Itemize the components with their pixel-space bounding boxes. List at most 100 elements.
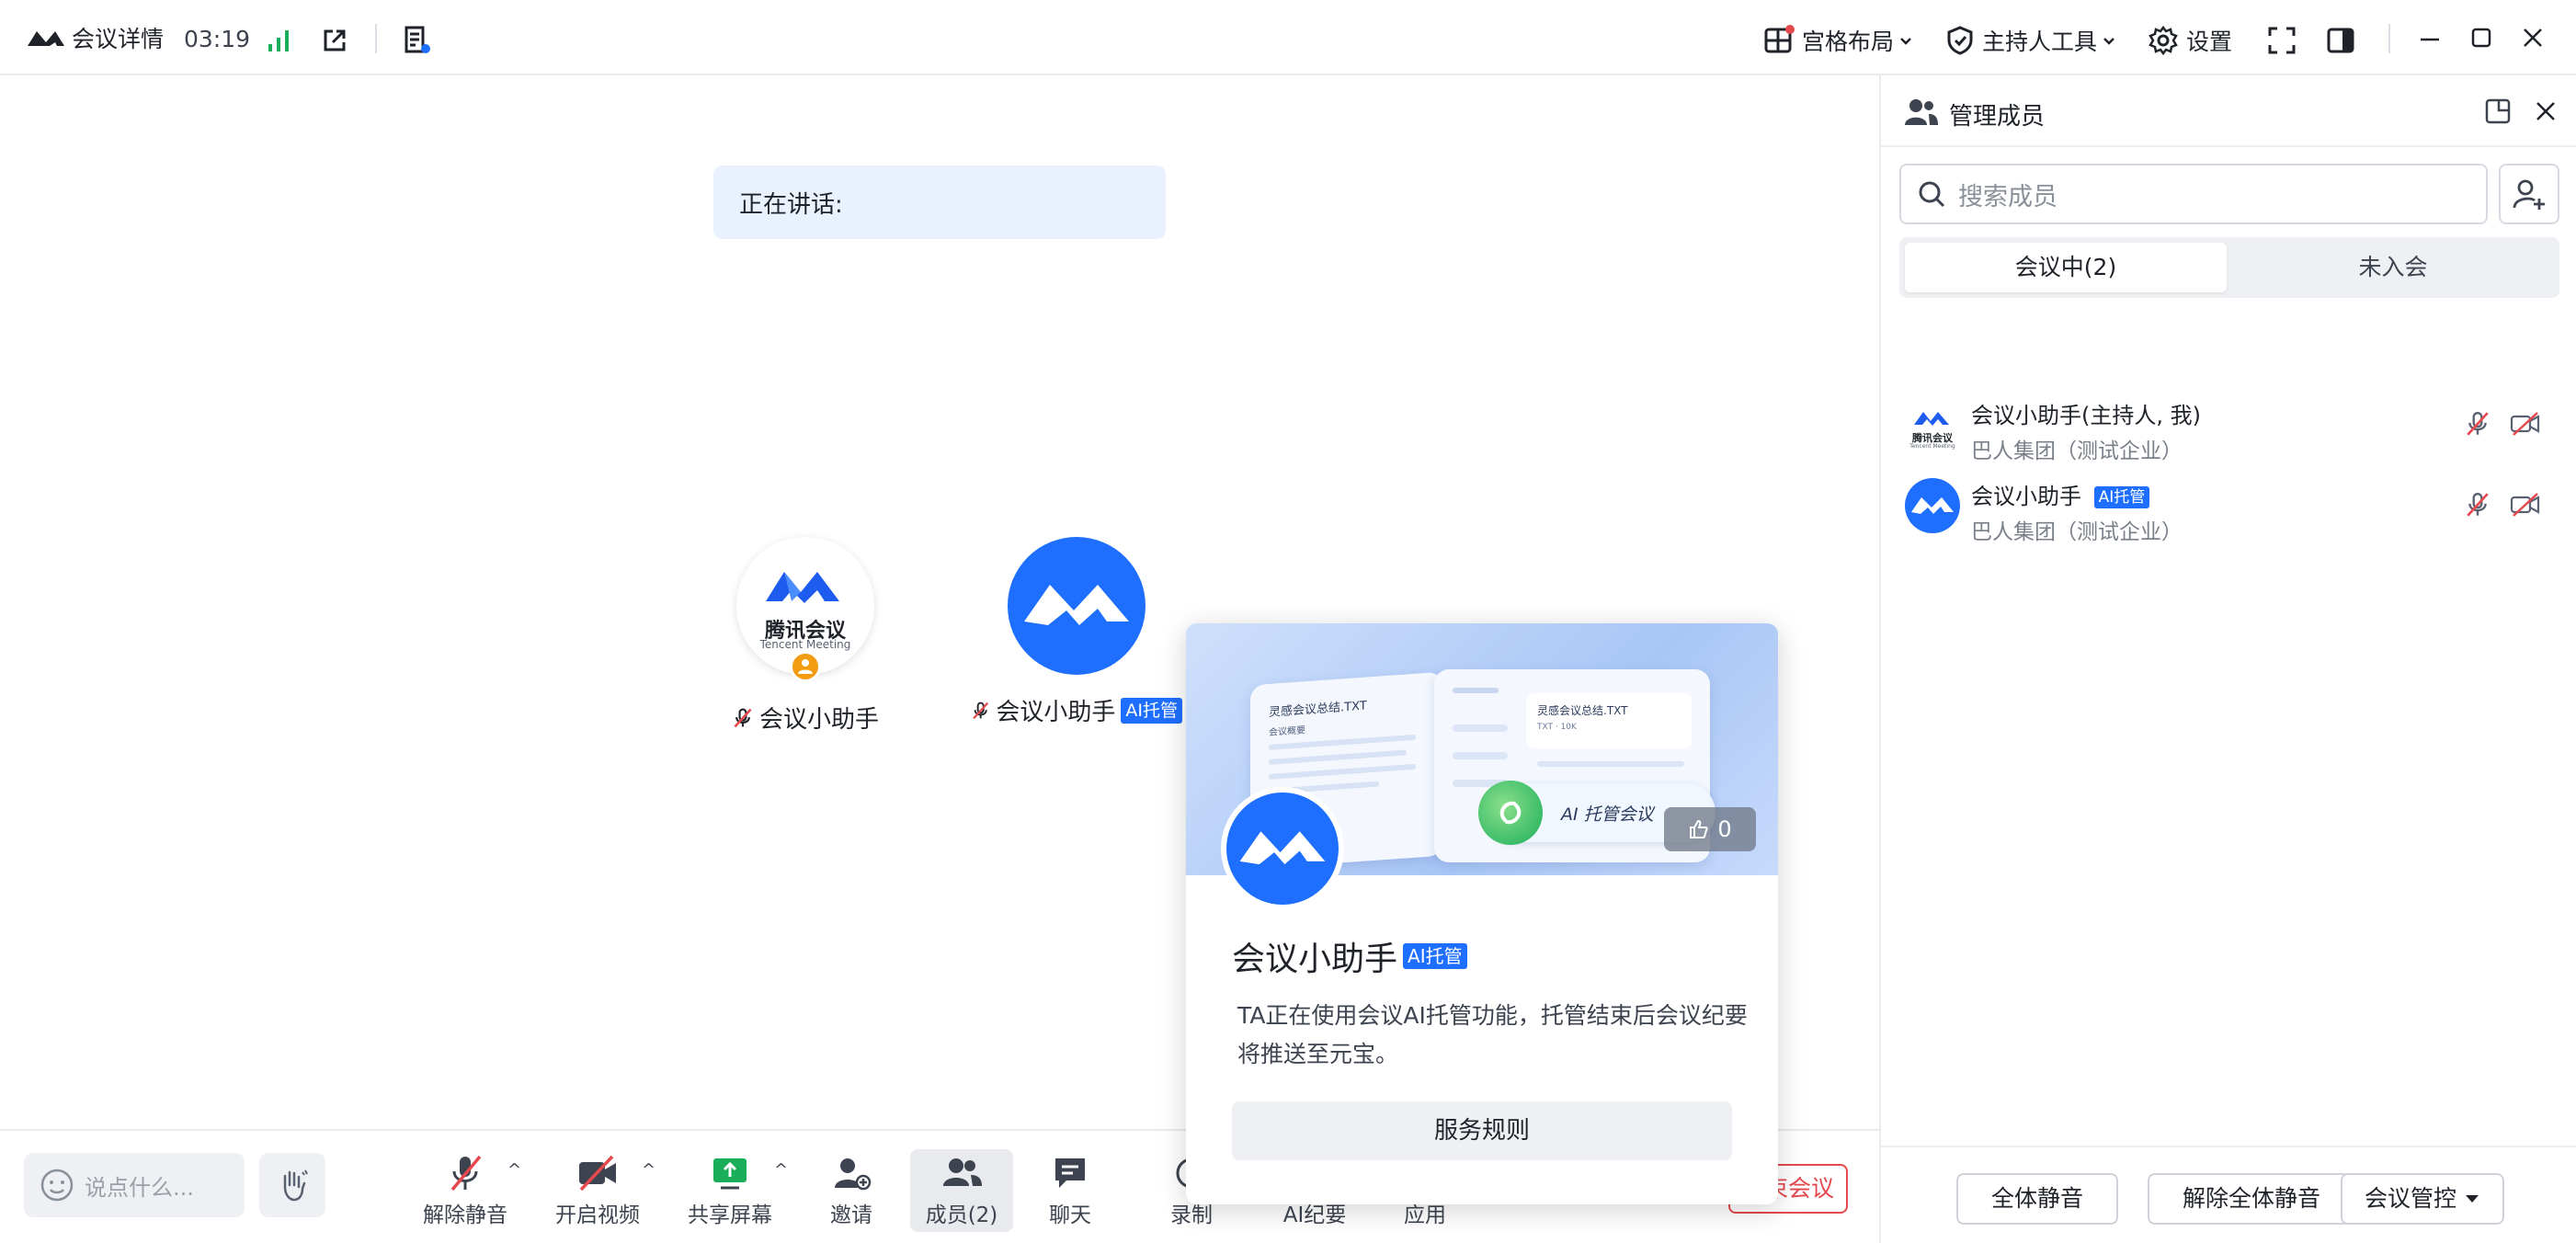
panel-header: 管理成员 — [1881, 75, 2576, 147]
ai-hosted-badge: AI托管 — [1403, 943, 1467, 969]
raise-hand-button[interactable] — [259, 1153, 325, 1217]
sidebar-toggle-icon[interactable] — [2326, 26, 2355, 55]
settings-button[interactable]: 设置 — [2148, 22, 2232, 59]
unmute-button[interactable]: 解除静音 — [414, 1149, 517, 1232]
participant-name-row: 会议小助手 AI托管 — [971, 693, 1182, 727]
audio-options-caret[interactable]: ^ — [507, 1160, 521, 1180]
member-tabs: 会议中(2) 未入会 — [1899, 237, 2559, 298]
start-video-label: 开启视频 — [555, 1203, 640, 1227]
logo-subtext: Tencent Meeting — [759, 638, 851, 651]
member-row[interactable]: 会议小助手 AI托管 巴人集团（测试企业） — [1899, 469, 2559, 545]
title-bar: 会议详情 03:19 宫格布局 主持人工具 设置 — [0, 0, 2576, 75]
meeting-timer: 03:19 — [184, 26, 251, 52]
doc-subtitle: 会议概要 — [1269, 725, 1305, 738]
share-options-caret[interactable]: ^ — [774, 1160, 788, 1180]
share-screen-icon — [713, 1158, 747, 1190]
pill-label: AI 托管会议 — [1561, 804, 1654, 825]
like-button[interactable]: 0 — [1664, 807, 1756, 851]
grid-layout-button[interactable]: 宫格布局 — [1763, 22, 1914, 59]
chevron-down-icon — [1900, 38, 1911, 45]
avatar: 腾讯会议 Tencent Meeting — [736, 537, 874, 682]
participant-name: 会议小助手 — [758, 706, 879, 734]
speaking-label: 正在讲话: — [739, 191, 843, 219]
camera-off-icon[interactable] — [2510, 410, 2541, 438]
grid-layout-icon — [1764, 25, 1795, 53]
maximize-icon[interactable] — [2469, 26, 2493, 50]
close-icon[interactable] — [2521, 26, 2545, 50]
speaking-indicator: 正在讲话: — [713, 165, 1166, 239]
panel-footer: 全体静音 解除全体静音 会议管控 — [1881, 1146, 2576, 1243]
panel-title: 管理成员 — [1949, 103, 2046, 131]
meeting-control-button[interactable]: 会议管控 — [2341, 1173, 2504, 1225]
fullscreen-icon[interactable] — [2267, 26, 2297, 55]
logo-subtext: Tencent Meeting — [1909, 443, 1955, 450]
participant-tile[interactable]: 腾讯会议 Tencent Meeting 会议小助手 — [732, 537, 879, 735]
mic-muted-icon[interactable] — [2464, 491, 2491, 519]
tab-not-joined[interactable]: 未入会 — [2232, 243, 2554, 292]
chat-quick-input[interactable]: 说点什么... — [24, 1153, 245, 1217]
members-label: 成员(2) — [925, 1203, 998, 1227]
host-badge-icon — [790, 651, 821, 682]
member-info: 会议小助手 AI托管 巴人集团（测试企业） — [1971, 478, 2183, 545]
members-panel: 管理成员 搜索成员 会议中(2) 未入会 腾讯会议 Tencent Meetin… — [1879, 75, 2576, 1243]
meeting-details-label: 会议详情 — [72, 26, 165, 52]
mic-muted-icon — [450, 1155, 482, 1192]
participant-tile[interactable]: 会议小助手 AI托管 — [971, 537, 1182, 727]
ai-assistant-logo-icon — [1911, 497, 1954, 514]
member-org: 巴人集团（测试企业） — [1971, 439, 2183, 463]
popout-icon[interactable] — [2484, 97, 2512, 125]
yuanbao-logo-icon — [1478, 781, 1543, 845]
record-label: 录制 — [1170, 1203, 1213, 1227]
card-title-row: 会议小助手 AI托管 — [1232, 932, 1467, 980]
mic-muted-icon[interactable] — [2464, 410, 2491, 438]
avatar — [1221, 787, 1344, 910]
ai-minutes-label: AI纪要 — [1282, 1203, 1347, 1227]
like-count: 0 — [1717, 816, 1732, 842]
member-name: 会议小助手 — [1971, 403, 2081, 428]
ai-assistant-logo-icon — [1024, 585, 1129, 625]
invite-button[interactable]: 邀请 — [800, 1149, 903, 1232]
participant-name-row: 会议小助手 — [732, 701, 879, 735]
invite-label: 邀请 — [830, 1203, 872, 1227]
service-rules-button[interactable]: 服务规则 — [1232, 1101, 1732, 1160]
unmute-all-button[interactable]: 解除全体静音 — [2148, 1173, 2355, 1225]
meeting-info-button[interactable]: 会议详情 — [26, 18, 164, 57]
close-panel-icon[interactable] — [2534, 99, 2558, 123]
chat-button[interactable]: 聊天 — [1019, 1149, 1122, 1232]
search-icon — [1919, 181, 1945, 208]
camera-off-icon[interactable] — [2510, 491, 2541, 519]
members-icon — [1905, 99, 1938, 125]
signal-strength-icon[interactable] — [267, 28, 292, 53]
share-out-icon[interactable] — [320, 26, 349, 55]
start-video-button[interactable]: 开启视频 — [546, 1149, 649, 1232]
add-member-button[interactable] — [2499, 164, 2559, 224]
settings-label: 设置 — [2186, 29, 2233, 55]
divider — [2388, 24, 2390, 53]
member-row[interactable]: 腾讯会议 Tencent Meeting 会议小助手(主持人, 我) 巴人集团（… — [1899, 388, 2559, 464]
member-role: (主持人, 我) — [2081, 403, 2201, 428]
caret-down-icon — [2466, 1195, 2479, 1203]
share-screen-button[interactable]: 共享屏幕 — [678, 1149, 781, 1232]
mic-muted-icon — [973, 701, 989, 719]
member-org: 巴人集团（测试企业） — [1971, 520, 2183, 544]
minimize-icon[interactable] — [2418, 28, 2442, 51]
member-search-input[interactable]: 搜索成员 — [1899, 164, 2488, 224]
raise-hand-icon — [283, 1169, 308, 1202]
avatar — [1905, 478, 1960, 533]
tab-in-meeting[interactable]: 会议中(2) — [1905, 243, 2227, 292]
card-name: 会议小助手 — [1232, 941, 1398, 978]
notes-icon[interactable] — [401, 24, 432, 55]
grid-layout-label: 宫格布局 — [1802, 29, 1895, 55]
ai-hosted-profile-card: 灵感会议总结.TXT 会议概要 灵感会议总结.TXT TXT · 10K AI … — [1186, 623, 1778, 1204]
tencent-meeting-logo-icon — [28, 31, 64, 46]
mute-all-button[interactable]: 全体静音 — [1956, 1173, 2118, 1225]
members-button[interactable]: 成员(2) — [910, 1149, 1013, 1232]
doc-title: 灵感会议总结.TXT — [1537, 704, 1628, 717]
card-description: TA正在使用会议AI托管功能，托管结束后会议纪要将推送至元宝。 — [1237, 1002, 1748, 1067]
member-info: 会议小助手(主持人, 我) 巴人集团（测试企业） — [1971, 397, 2201, 464]
add-user-icon — [835, 1158, 872, 1191]
ai-hosted-badge: AI托管 — [2093, 486, 2150, 508]
divider — [375, 24, 377, 53]
host-tools-button[interactable]: 主持人工具 — [1945, 22, 2117, 59]
video-options-caret[interactable]: ^ — [642, 1160, 655, 1180]
